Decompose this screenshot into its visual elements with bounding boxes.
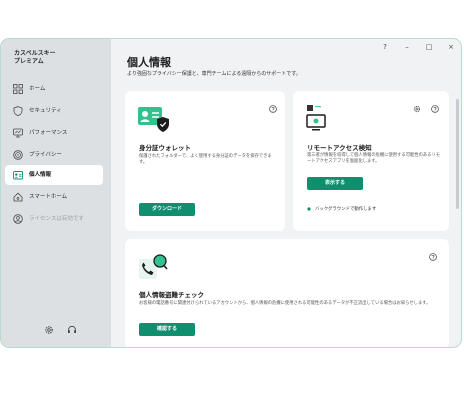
status-dot-icon bbox=[307, 207, 311, 211]
smart-home-icon bbox=[13, 192, 23, 202]
sidebar-item-label: セキュリティ bbox=[29, 108, 62, 114]
sidebar-item-label: ホーム bbox=[29, 86, 46, 92]
sidebar-item-performance[interactable]: パフォーマンス bbox=[5, 123, 103, 143]
maximize-button[interactable]: □ bbox=[423, 41, 435, 53]
user-circle-icon bbox=[13, 214, 23, 224]
sidebar-item-label: ライセンスは有効です bbox=[29, 216, 84, 222]
phone-search-icon bbox=[139, 254, 168, 279]
sidebar-item-label: 個人情報 bbox=[29, 172, 52, 178]
identity-theft-title: 個人情報盗難チェック bbox=[139, 291, 204, 299]
minimize-button[interactable]: – bbox=[401, 41, 413, 53]
app-window: カスペルスキー プレミアム ホーム セキュリティ パフォーマンス プライバシー … bbox=[0, 38, 462, 348]
remote-access-title: リモートアクセス検知 bbox=[307, 144, 372, 152]
download-button[interactable]: ダウンロード bbox=[139, 203, 195, 216]
monitor-icon bbox=[13, 128, 23, 138]
remote-monitor-icon bbox=[306, 105, 326, 131]
check-button[interactable]: 確認する bbox=[139, 323, 195, 336]
sidebar: カスペルスキー プレミアム ホーム セキュリティ パフォーマンス プライバシー … bbox=[1, 39, 111, 347]
brand-line-1: カスペルスキー bbox=[14, 50, 56, 57]
brand-name: カスペルスキー プレミアム bbox=[14, 50, 56, 66]
fingerprint-icon bbox=[13, 150, 23, 160]
settings-icon[interactable] bbox=[44, 325, 54, 335]
sidebar-item-license[interactable]: ライセンスは有効です bbox=[5, 209, 103, 229]
brand-line-2: プレミアム bbox=[14, 58, 44, 65]
help-circle-icon[interactable] bbox=[429, 253, 437, 261]
identity-theft-description: お客様の電話番号に関連付けられているアカウントから、個人情報の危機に使用される可… bbox=[139, 301, 431, 306]
remote-access-description: 第三者が情報を収得して個人情報の危機に使用する可能性のあるリモートアクセスアプリ… bbox=[307, 153, 441, 164]
sidebar-item-security[interactable]: セキュリティ bbox=[5, 101, 103, 121]
sidebar-item-identity[interactable]: 個人情報 bbox=[5, 165, 103, 185]
shield-icon bbox=[13, 106, 23, 116]
support-headset-icon[interactable] bbox=[67, 325, 77, 335]
page-subtitle: より強固なプライバシー保護と、専門チームによる遠隔からのサポートです。 bbox=[127, 71, 301, 77]
sidebar-item-home[interactable]: ホーム bbox=[5, 79, 103, 99]
close-button[interactable]: × bbox=[445, 41, 457, 53]
main-content: ? – □ × 個人情報 より強固なプライバシー保護と、専門チームによる遠隔から… bbox=[111, 39, 461, 347]
id-card-icon bbox=[13, 171, 23, 180]
sidebar-item-privacy[interactable]: プライバシー bbox=[5, 145, 103, 165]
background-status: バックグラウンドで動作します bbox=[315, 207, 377, 212]
scrollbar[interactable] bbox=[456, 99, 459, 209]
wallet-card: 身分証ウォレット 保護されたフォルダーで、よく使用する身分証のデータを保存できま… bbox=[125, 91, 285, 231]
wallet-description: 保護されたフォルダーで、よく使用する身分証のデータを保存できます。 bbox=[139, 154, 272, 165]
help-circle-icon[interactable] bbox=[269, 105, 277, 113]
page-title: 個人情報 bbox=[127, 56, 171, 69]
settings-icon[interactable] bbox=[413, 105, 421, 113]
id-wallet-icon bbox=[138, 107, 169, 132]
home-grid-icon bbox=[13, 84, 23, 94]
show-button[interactable]: 表示する bbox=[307, 177, 363, 190]
identity-theft-card: 個人情報盗難チェック お客様の電話番号に関連付けられているアカウントから、個人情… bbox=[125, 239, 449, 347]
sidebar-item-label: スマートホーム bbox=[29, 194, 68, 200]
sidebar-item-label: プライバシー bbox=[29, 152, 62, 158]
wallet-title: 身分証ウォレット bbox=[139, 144, 191, 152]
sidebar-item-smart-home[interactable]: スマートホーム bbox=[5, 187, 103, 207]
sidebar-bottom-bar bbox=[1, 323, 111, 337]
help-circle-icon[interactable] bbox=[431, 105, 439, 113]
help-button[interactable]: ? bbox=[379, 41, 391, 53]
remote-access-card: リモートアクセス検知 第三者が情報を収得して個人情報の危機に使用する可能性のある… bbox=[293, 91, 449, 231]
sidebar-item-label: パフォーマンス bbox=[29, 130, 68, 136]
